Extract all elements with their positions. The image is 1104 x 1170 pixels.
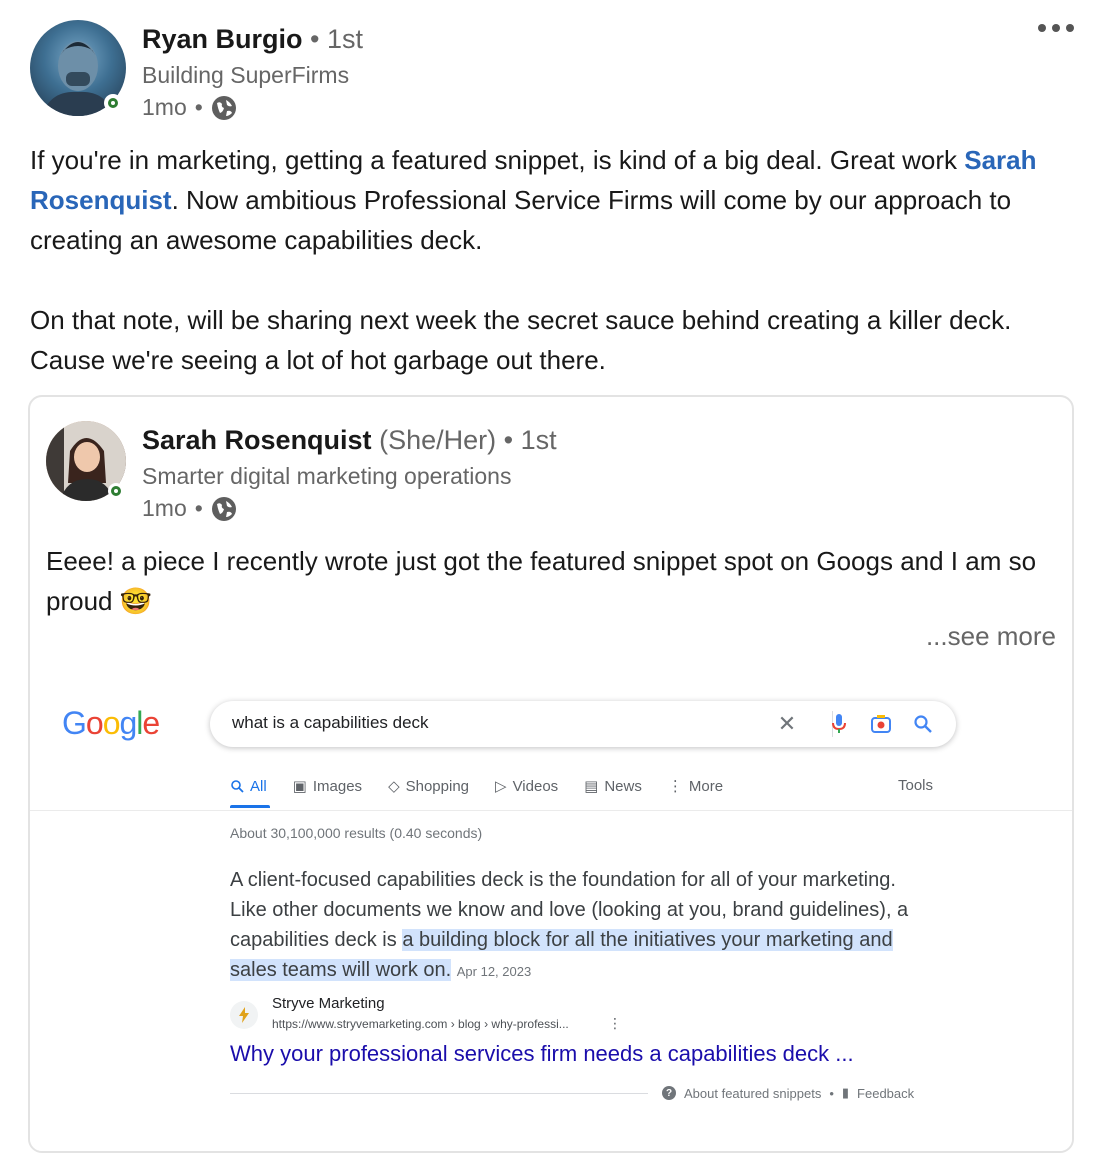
result-title-link: Why your professional services firm need…	[230, 1041, 854, 1066]
source-url: https://www.stryvemarketing.com › blog ›…	[272, 1017, 569, 1031]
google-search-query: what is a capabilities deck	[232, 713, 429, 732]
post-paragraph-2: On that note, will be sharing next week …	[30, 305, 1012, 375]
active-tab-indicator	[230, 805, 270, 808]
search-icon	[231, 780, 244, 793]
search-icon	[910, 711, 936, 737]
snippet-footer: ? About featured snippets • ▮ Feedback	[662, 1085, 914, 1101]
shared-post-meta: 1mo •	[142, 495, 237, 522]
tools-tab: Tools	[898, 777, 934, 794]
meta-separator: •	[194, 495, 203, 521]
shared-author-pronouns: (She/Her)	[379, 425, 497, 455]
google-logo: Google	[62, 705, 160, 741]
see-more-link[interactable]: ...see more	[926, 621, 1056, 652]
online-status-icon	[108, 483, 124, 499]
result-stats: About 30,100,000 results (0.40 seconds)	[230, 825, 483, 841]
globe-icon	[211, 496, 236, 521]
result-options-icon: ⋮	[608, 1015, 622, 1031]
featured-snippet-text: A client-focused capabilities deck is th…	[230, 865, 910, 987]
tabs-divider	[30, 810, 1072, 811]
video-icon: ▷	[495, 778, 507, 795]
globe-icon	[211, 95, 236, 120]
tab-shopping: ◇ Shopping	[388, 777, 470, 796]
shared-author-headline: Smarter digital marketing operations	[142, 463, 512, 489]
shared-post-time: 1mo	[142, 495, 187, 521]
shared-post-body: Eeee! a piece I recently wrote just got …	[46, 541, 1056, 621]
footer-divider	[230, 1093, 648, 1094]
camera-search-icon	[868, 711, 894, 737]
tab-images: ▣ Images	[292, 777, 363, 796]
feedback-icon: ▮	[841, 1085, 850, 1100]
help-icon: ?	[662, 1086, 676, 1100]
clear-icon: ✕	[777, 711, 797, 736]
about-featured-snippets: About featured snippets	[684, 1085, 822, 1101]
post-text-part: . Now ambitious Professional Service Fir…	[30, 185, 1012, 255]
google-search-box: what is a capabilities deck ✕	[210, 701, 956, 747]
shared-author-name[interactable]: Sarah Rosenquist (She/Her) • 1st	[142, 425, 557, 456]
image-icon: ▣	[292, 778, 307, 795]
tag-icon: ◇	[388, 778, 400, 795]
online-status-icon	[104, 94, 122, 112]
author-name[interactable]: Ryan Burgio • 1st	[142, 24, 363, 55]
kebab-icon: ⋮	[667, 778, 683, 795]
post-time: 1mo	[142, 94, 187, 120]
post-meta: 1mo •	[142, 94, 237, 121]
tab-news: ▤ News	[584, 777, 642, 796]
shared-post-text: Eeee! a piece I recently wrote just got …	[46, 546, 1037, 616]
tab-videos: ▷ Videos	[495, 777, 559, 796]
post-body: If you're in marketing, getting a featur…	[30, 140, 1080, 380]
feedback-link: Feedback	[857, 1085, 915, 1101]
post-text-part: If you're in marketing, getting a featur…	[30, 145, 965, 175]
source-favicon	[230, 1001, 258, 1029]
google-tabs: All ▣ Images ◇ Shopping ▷ Videos ▤ News ⋮ Mor…	[230, 777, 723, 795]
nerd-face-emoji: 🤓	[119, 586, 153, 616]
meta-separator: •	[194, 94, 203, 120]
microphone-icon	[826, 711, 852, 737]
snippet-date: Apr 12, 2023	[456, 964, 532, 979]
footer-dot: •	[829, 1085, 834, 1101]
newspaper-icon: ▤	[584, 778, 599, 795]
tab-all: All	[230, 777, 267, 795]
connection-degree: • 1st	[310, 24, 364, 54]
source-name: Stryve Marketing	[272, 995, 385, 1012]
author-headline: Building SuperFirms	[142, 62, 350, 88]
shared-connection-degree: • 1st	[503, 425, 557, 455]
google-results-image[interactable]: Google what is a capabilities deck ✕ All…	[30, 677, 1072, 1151]
more-options-icon[interactable]	[1038, 24, 1074, 32]
shared-post-card[interactable]: Sarah Rosenquist (She/Her) • 1st Smarter…	[28, 395, 1074, 1153]
tab-more: ⋮ More	[667, 777, 724, 796]
